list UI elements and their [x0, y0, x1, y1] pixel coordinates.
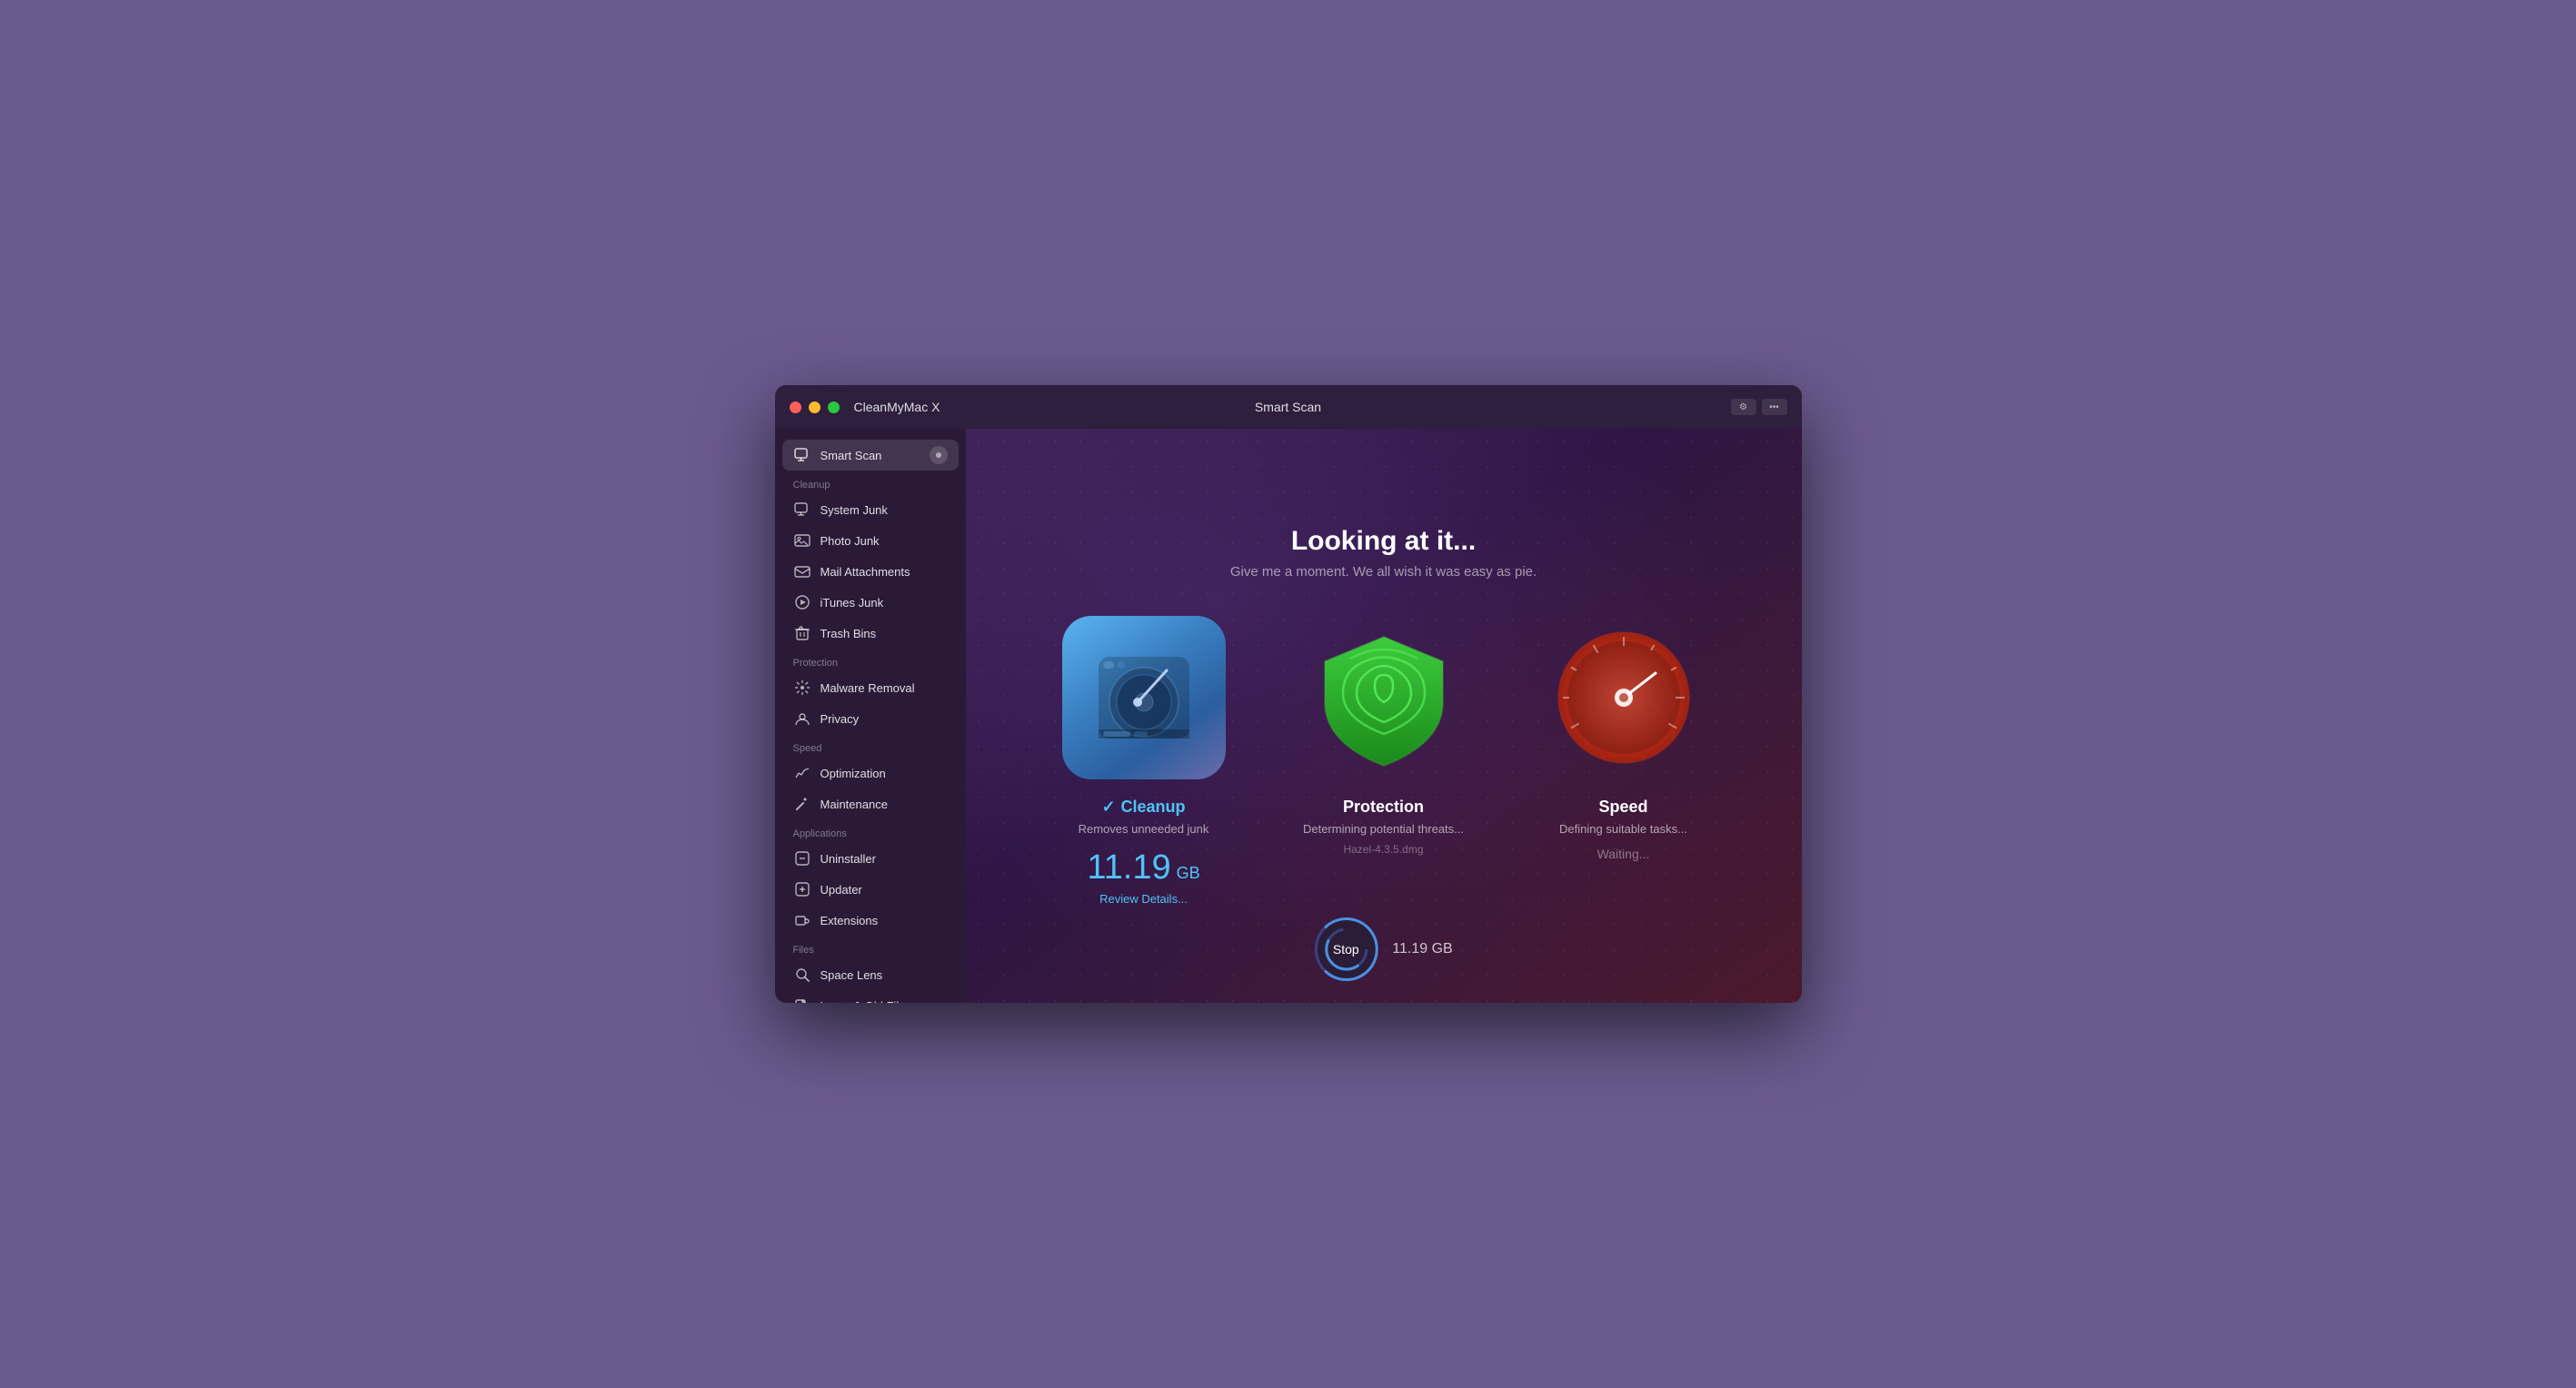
sidebar-item-extensions[interactable]: Extensions: [782, 905, 959, 936]
uninstaller-icon: [793, 849, 811, 868]
large-files-icon: [793, 996, 811, 1003]
malware-removal-label: Malware Removal: [821, 681, 915, 695]
cleanup-size-unit: GB: [1177, 864, 1200, 883]
titlebar-actions: ⚙ •••: [1731, 399, 1787, 415]
smart-scan-badge: [930, 446, 948, 464]
main-subtitle: Give me a moment. We all wish it was eas…: [1230, 564, 1537, 580]
speed-card: Speed Defining suitable tasks... Waiting…: [1515, 616, 1733, 861]
cleanup-card: ✓Cleanup Removes unneeded junk 11.19 GB …: [1035, 616, 1253, 906]
cleanup-size: 11.19: [1087, 850, 1170, 885]
app-title: CleanMyMac X: [854, 400, 940, 414]
speed-subtitle: Defining suitable tasks...: [1559, 822, 1687, 836]
updater-icon: [793, 880, 811, 898]
speed-title: Speed: [1598, 798, 1647, 817]
stop-label: Stop: [1333, 942, 1359, 957]
close-button[interactable]: [790, 402, 801, 413]
stop-size: 11.19 GB: [1392, 941, 1452, 957]
sidebar-item-photo-junk[interactable]: Photo Junk: [782, 525, 959, 556]
settings-button[interactable]: ⚙: [1731, 399, 1756, 415]
sidebar-item-system-junk[interactable]: System Junk: [782, 494, 959, 525]
mail-icon: [793, 562, 811, 580]
sidebar-item-uninstaller[interactable]: Uninstaller: [782, 843, 959, 874]
protection-title: Protection: [1343, 798, 1424, 817]
protection-card: Protection Determining potential threats…: [1275, 616, 1493, 863]
cleanup-subtitle: Removes unneeded junk: [1079, 822, 1209, 836]
protection-subtitle: Determining potential threats...: [1303, 822, 1464, 836]
maximize-button[interactable]: [828, 402, 840, 413]
review-details-link[interactable]: Review Details...: [1099, 892, 1188, 906]
sidebar-item-privacy[interactable]: Privacy: [782, 703, 959, 734]
maintenance-label: Maintenance: [821, 798, 888, 811]
photo-junk-icon: [793, 531, 811, 550]
system-junk-icon: [793, 501, 811, 519]
updater-label: Updater: [821, 883, 862, 897]
sidebar-item-malware-removal[interactable]: Malware Removal: [782, 672, 959, 703]
minimize-button[interactable]: [809, 402, 821, 413]
header-section: Looking at it... Give me a moment. We al…: [1230, 526, 1537, 580]
speed-section-label: Speed: [782, 734, 959, 758]
app-window: CleanMyMac X Smart Scan ⚙ ••• Smart Scan: [775, 385, 1802, 1003]
stop-button[interactable]: Stop: [1314, 917, 1378, 981]
cleanup-title: ✓Cleanup: [1101, 798, 1185, 817]
space-lens-label: Space Lens: [821, 968, 883, 982]
content-area: Smart Scan Cleanup System Junk: [775, 429, 1802, 1003]
sidebar-item-itunes-junk[interactable]: iTunes Junk: [782, 587, 959, 618]
itunes-icon: [793, 593, 811, 611]
speed-waiting: Waiting...: [1597, 847, 1650, 861]
uninstaller-label: Uninstaller: [821, 852, 876, 866]
cleanup-icon-wrap: [1062, 616, 1226, 779]
cleanup-section-label: Cleanup: [782, 471, 959, 494]
files-section-label: Files: [782, 936, 959, 959]
malware-icon: [793, 679, 811, 697]
sidebar: Smart Scan Cleanup System Junk: [775, 429, 966, 1003]
applications-section-label: Applications: [782, 819, 959, 843]
trash-icon: [793, 624, 811, 642]
privacy-label: Privacy: [821, 712, 860, 726]
smart-scan-icon: [793, 446, 811, 464]
sidebar-item-trash-bins[interactable]: Trash Bins: [782, 618, 959, 649]
optimization-icon: [793, 764, 811, 782]
protection-section-label: Protection: [782, 649, 959, 672]
sidebar-item-space-lens[interactable]: Space Lens: [782, 959, 959, 990]
photo-junk-label: Photo Junk: [821, 534, 880, 548]
sidebar-item-large-old-files[interactable]: Large & Old Files: [782, 990, 959, 1003]
trash-bins-label: Trash Bins: [821, 627, 877, 640]
traffic-lights: [790, 402, 840, 413]
smart-scan-label: Smart Scan: [821, 449, 882, 462]
protection-icon-wrap: [1302, 616, 1466, 779]
more-button[interactable]: •••: [1762, 399, 1787, 415]
main-content: Looking at it... Give me a moment. We al…: [966, 429, 1802, 1003]
extensions-icon: [793, 911, 811, 929]
sidebar-item-smart-scan[interactable]: Smart Scan: [782, 440, 959, 471]
sidebar-item-mail-attachments[interactable]: Mail Attachments: [782, 556, 959, 587]
window-title: Smart Scan: [1255, 400, 1321, 414]
space-lens-icon: [793, 966, 811, 984]
optimization-label: Optimization: [821, 767, 886, 780]
mail-attachments-label: Mail Attachments: [821, 565, 910, 579]
sidebar-item-maintenance[interactable]: Maintenance: [782, 788, 959, 819]
bottom-bar: Stop 11.19 GB: [1314, 917, 1452, 981]
maintenance-icon: [793, 795, 811, 813]
protection-filename: Hazel-4.3.5.dmg: [1343, 843, 1423, 856]
main-title: Looking at it...: [1230, 526, 1537, 557]
privacy-icon: [793, 709, 811, 728]
itunes-junk-label: iTunes Junk: [821, 596, 884, 610]
system-junk-label: System Junk: [821, 503, 888, 517]
cards-row: ✓Cleanup Removes unneeded junk 11.19 GB …: [1035, 616, 1733, 906]
extensions-label: Extensions: [821, 914, 879, 927]
sidebar-item-optimization[interactable]: Optimization: [782, 758, 959, 788]
speed-icon-wrap: [1542, 616, 1706, 779]
sidebar-item-updater[interactable]: Updater: [782, 874, 959, 905]
large-old-files-label: Large & Old Files: [821, 999, 911, 1004]
titlebar: CleanMyMac X Smart Scan ⚙ •••: [775, 385, 1802, 429]
